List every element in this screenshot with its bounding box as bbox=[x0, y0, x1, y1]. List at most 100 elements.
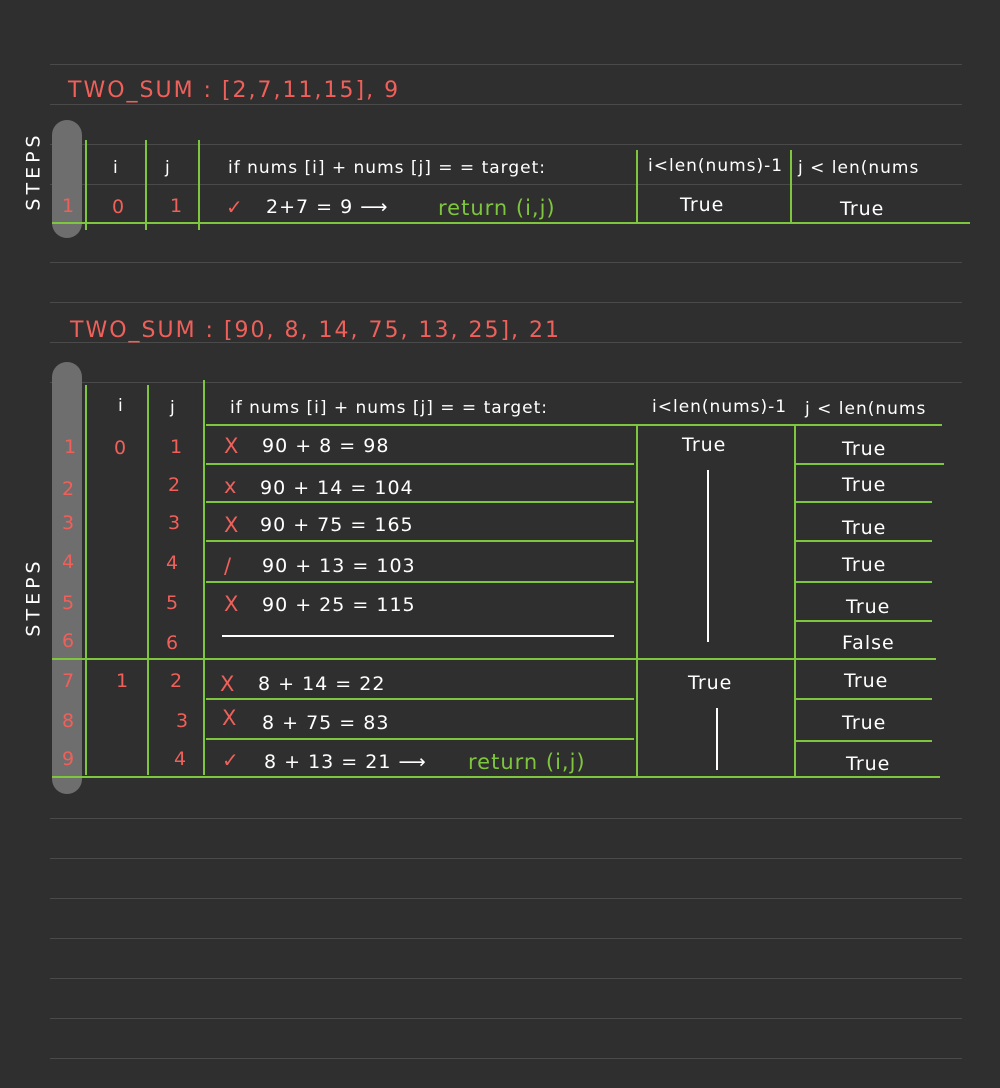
table1-row-return: return (i,j) bbox=[438, 196, 556, 220]
table2-hline-row2-right bbox=[796, 501, 932, 503]
table2-hline-row6 bbox=[52, 658, 936, 660]
table1-step-scroll-pill[interactable] bbox=[52, 120, 82, 238]
table2-row-expression: 8 + 14 = 22 bbox=[258, 673, 386, 695]
table2-row-j-cond: True bbox=[842, 517, 887, 539]
table2-icond-continuation-line-2 bbox=[716, 708, 718, 770]
table1-row-check-mark: ✓ bbox=[226, 195, 244, 219]
table2-row-expression: 90 + 25 = 115 bbox=[262, 594, 416, 616]
table2-header-j: j bbox=[170, 398, 176, 418]
table1-vline-j bbox=[198, 140, 200, 230]
table2-vline-icond bbox=[794, 424, 796, 776]
table2-row-i-cond: True bbox=[682, 434, 727, 456]
table2-header-condition: if nums [i] + nums [j] = = target: bbox=[230, 398, 548, 418]
table2-row-j: 3 bbox=[168, 512, 182, 534]
table2-hline-row1-right bbox=[796, 463, 944, 465]
table2-row-j-cond: True bbox=[846, 596, 891, 618]
table2-hline-header bbox=[206, 424, 942, 426]
table2-row-step: 6 bbox=[62, 630, 76, 652]
table2-row-j: 2 bbox=[168, 474, 182, 496]
table2-row-i: 0 bbox=[114, 437, 128, 459]
table2-row-j-cond: True bbox=[842, 474, 887, 496]
table2-hline-row7-right bbox=[796, 698, 932, 700]
table2-row-step: 8 bbox=[62, 710, 76, 732]
table2-row-j-cond: True bbox=[842, 438, 887, 460]
table1-row-expression: 2+7 = 9 ⟶ bbox=[266, 196, 389, 218]
table1-row-step: 1 bbox=[62, 195, 76, 217]
table2-row-check-mark: ✓ bbox=[222, 748, 240, 772]
table1-vline-cond bbox=[636, 150, 638, 222]
table2-row-j: 6 bbox=[166, 632, 180, 654]
table2-row-mark: / bbox=[224, 554, 233, 578]
table2-row-mark: X bbox=[224, 592, 240, 616]
table2-row-j-cond: True bbox=[842, 712, 887, 734]
table2-row-j-cond: True bbox=[844, 670, 889, 692]
table2-row-step: 7 bbox=[62, 670, 76, 692]
table1-vline-icond bbox=[790, 150, 792, 222]
table2-row-j: 4 bbox=[174, 748, 188, 770]
table2-row-step: 3 bbox=[62, 512, 76, 534]
table1-header-j: j bbox=[165, 158, 171, 178]
table1-row-j-cond: True bbox=[840, 198, 885, 220]
table2-row-j: 1 bbox=[170, 436, 184, 458]
table2-hline-row4-right bbox=[796, 581, 932, 583]
table2-row-mark: X bbox=[224, 434, 240, 458]
table2-title: TWO_SUM : [90, 8, 14, 75, 13, 25], 21 bbox=[70, 318, 562, 343]
table2-row-return: return (i,j) bbox=[468, 750, 586, 774]
table2-hline-bottom bbox=[52, 776, 940, 778]
table2-row-j: 5 bbox=[166, 592, 180, 614]
table2-row-step: 9 bbox=[62, 748, 76, 770]
table1-hline-bottom bbox=[52, 222, 970, 224]
table2-row-expression: 8 + 75 = 83 bbox=[262, 712, 390, 734]
table2-hline-row4 bbox=[206, 581, 634, 583]
table2-row-j-cond: False bbox=[842, 632, 895, 654]
table2-row-j: 2 bbox=[170, 670, 184, 692]
table1-row-i-cond: True bbox=[680, 194, 725, 216]
table2-vline-i bbox=[147, 385, 149, 775]
table1-steps-label: STEPS bbox=[22, 131, 45, 211]
table2-vline-step bbox=[85, 385, 87, 775]
table2-header-i-cond: i<len(nums)-1 bbox=[652, 397, 788, 417]
table2-vline-j bbox=[203, 380, 205, 775]
table2-hline-row3 bbox=[206, 540, 634, 542]
table2-row-i-cond: True bbox=[688, 672, 733, 694]
table2-row6-empty-line bbox=[222, 635, 614, 637]
table2-row-step: 1 bbox=[64, 436, 78, 458]
table1-header-j-cond: j < len(nums bbox=[798, 158, 920, 178]
table2-row-mark: X bbox=[224, 513, 240, 537]
table2-hline-row5-right bbox=[796, 620, 932, 622]
table1-row-j: 1 bbox=[170, 195, 184, 217]
table2-row-mark: X bbox=[220, 672, 236, 696]
table2-row-expression: 90 + 13 = 103 bbox=[262, 555, 416, 577]
table2-steps-label: STEPS bbox=[22, 557, 45, 637]
table2-header-i: i bbox=[118, 396, 124, 416]
table2-row-expression: 90 + 8 = 98 bbox=[262, 435, 390, 457]
table2-row-i: 1 bbox=[116, 670, 130, 692]
table2-hline-row8-right bbox=[796, 740, 932, 742]
table2-hline-row8 bbox=[206, 738, 634, 740]
table2-row-j-cond: True bbox=[842, 554, 887, 576]
table2-icond-continuation-line-1 bbox=[707, 470, 709, 642]
table2-row-step: 5 bbox=[62, 592, 76, 614]
table1-row-i: 0 bbox=[112, 196, 126, 218]
table2-row-expression: 90 + 75 = 165 bbox=[260, 514, 414, 536]
table2-row-expression: 8 + 13 = 21 ⟶ bbox=[264, 751, 427, 773]
table1-vline-step bbox=[85, 140, 87, 230]
table1-header-i-cond: i<len(nums)-1 bbox=[648, 156, 784, 176]
table2-hline-row2 bbox=[206, 501, 634, 503]
table2-hline-row3-right bbox=[796, 540, 932, 542]
table2-row-expression: 90 + 14 = 104 bbox=[260, 477, 414, 499]
table1-title: TWO_SUM : [2,7,11,15], 9 bbox=[68, 78, 401, 103]
table1-header-condition: if nums [i] + nums [j] = = target: bbox=[228, 158, 546, 178]
table2-row-mark: X bbox=[222, 706, 238, 730]
table2-vline-cond bbox=[636, 424, 638, 776]
table2-header-j-cond: j < len(nums bbox=[805, 399, 927, 419]
table2-row-j: 3 bbox=[176, 710, 190, 732]
table2-row-step: 4 bbox=[62, 551, 76, 573]
table1-header-i: i bbox=[113, 158, 119, 178]
table1-vline-i bbox=[145, 140, 147, 230]
table2-row-j-cond: True bbox=[846, 753, 891, 775]
table2-row-mark: x bbox=[224, 474, 238, 498]
table2-row-j: 4 bbox=[166, 552, 180, 574]
table2-hline-row7 bbox=[206, 698, 634, 700]
table2-row-step: 2 bbox=[62, 478, 76, 500]
